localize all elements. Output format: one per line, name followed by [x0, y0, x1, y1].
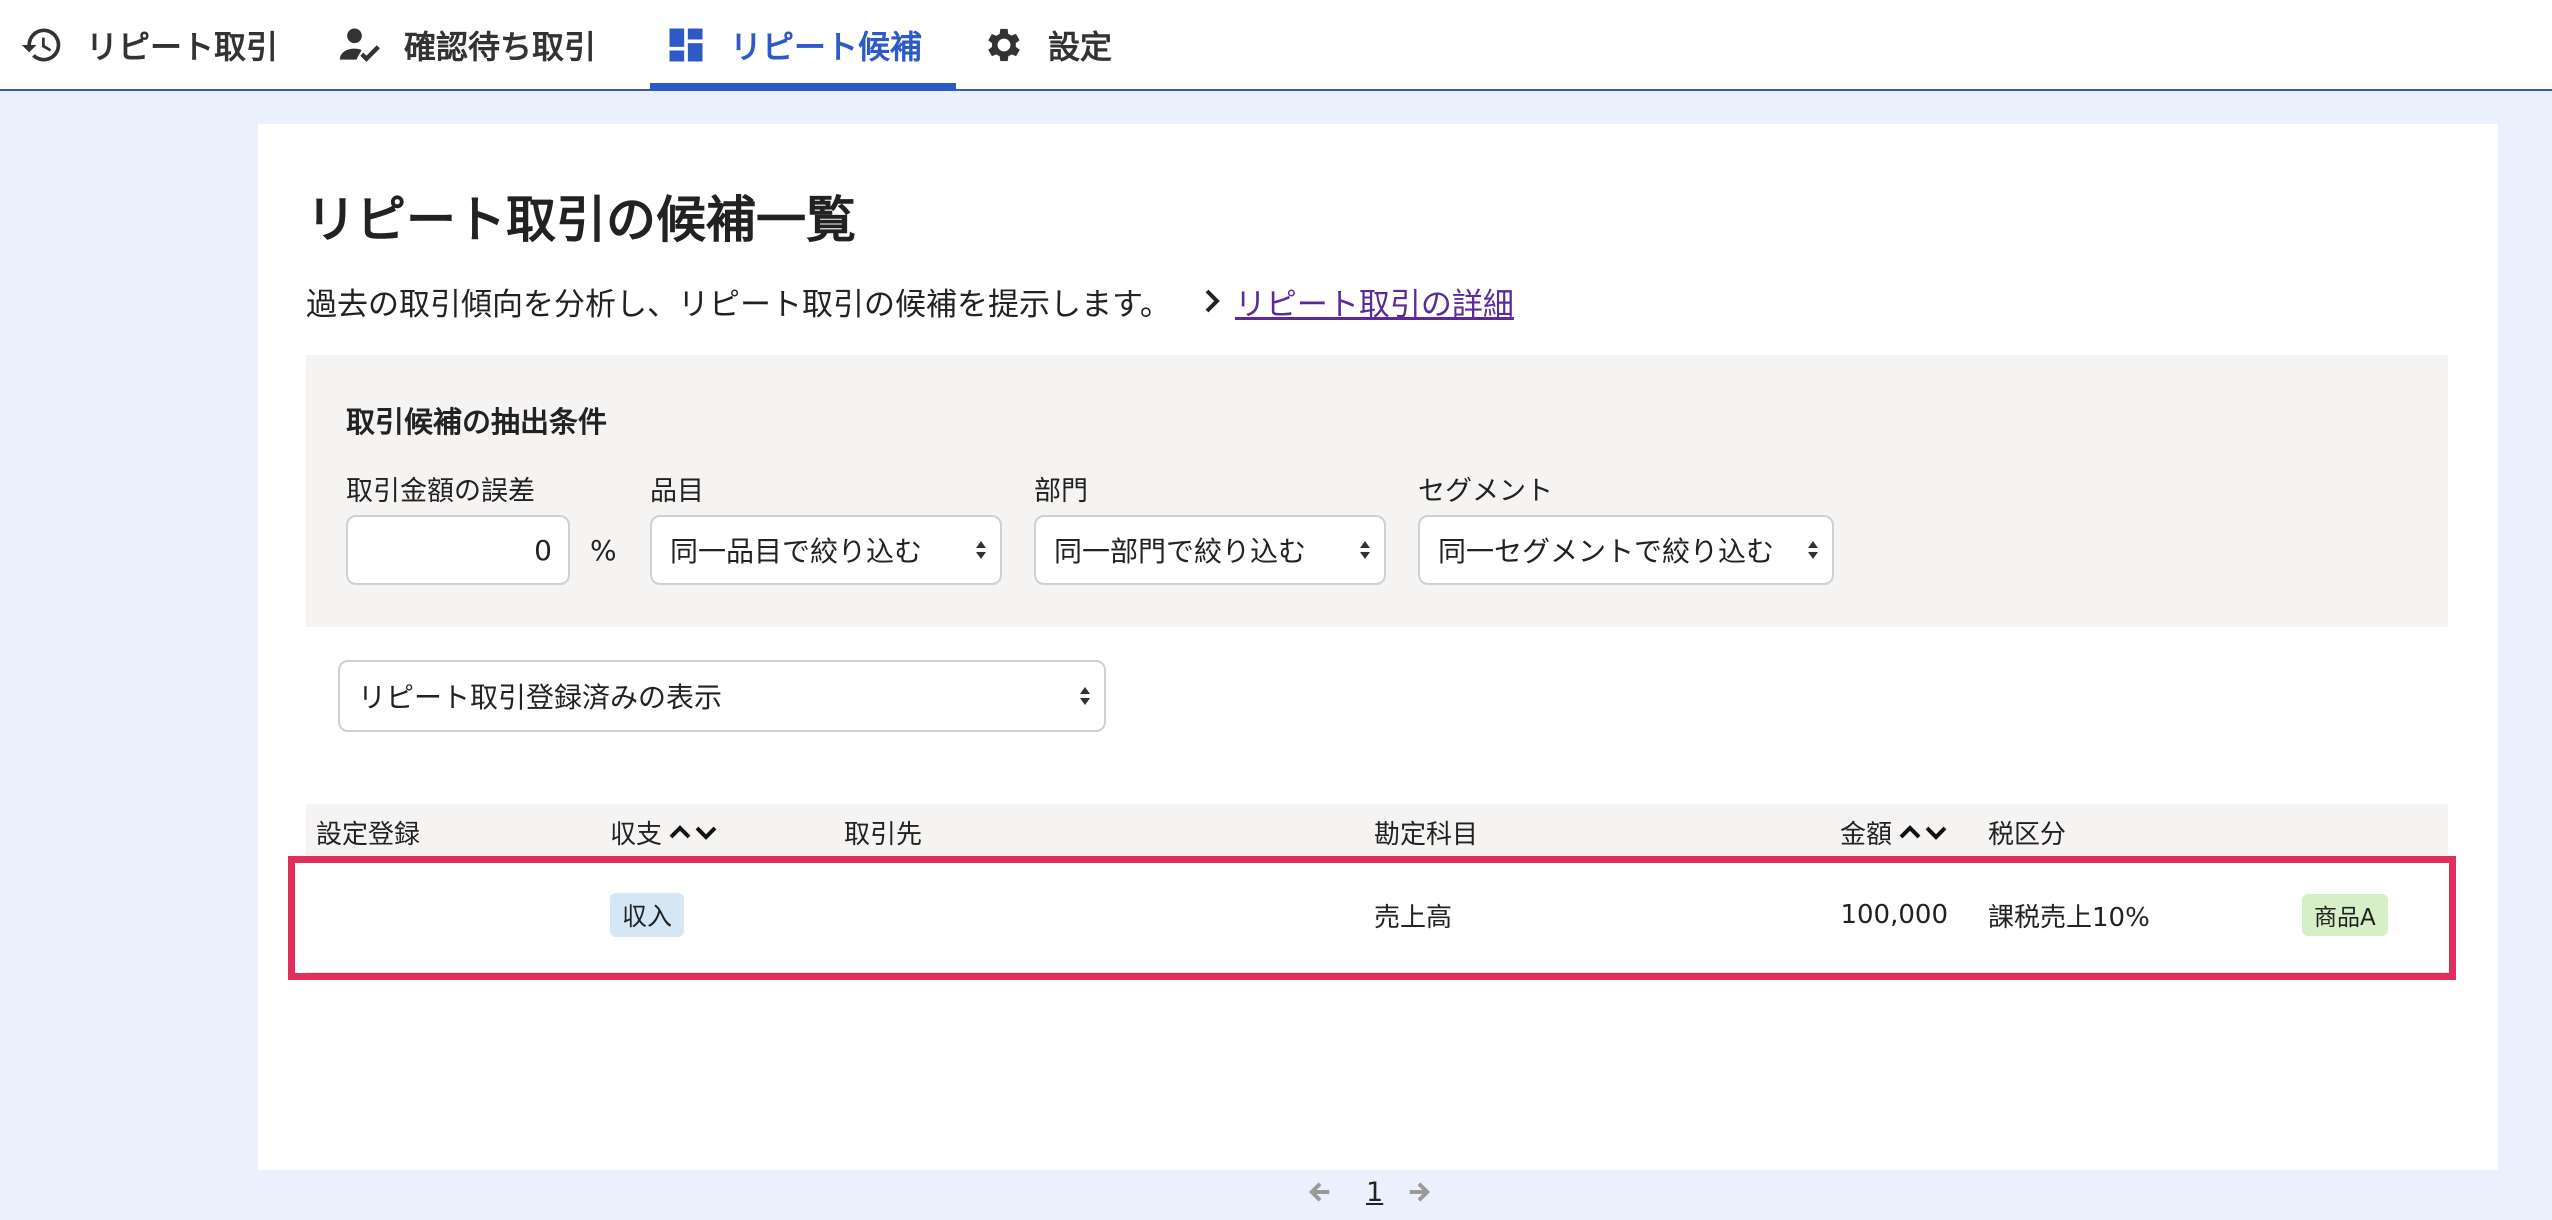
- table-header: 設定登録 収支 取引先 勘定科目 金額 税区分: [306, 804, 2448, 860]
- description-text: 過去の取引傾向を分析し、リピート取引の候補を提示します。: [306, 286, 1171, 323]
- tab-settings[interactable]: 設定: [982, 0, 1112, 89]
- filter-heading: 取引候補の抽出条件: [346, 405, 608, 439]
- tab-pending-transactions[interactable]: 確認待ち取引: [338, 0, 596, 89]
- filter-conditions: 取引候補の抽出条件 取引金額の誤差 0 % 品目 同一品目で絞り込む 部門 同一…: [306, 355, 2448, 627]
- table-row[interactable]: 収入 売上高 100,000 課税売上10% 商品A: [306, 860, 2448, 974]
- item-tag-badge: 商品A: [2302, 894, 2388, 936]
- cell-tax: 課税売上10%: [1988, 902, 2150, 933]
- header-account: 勘定科目: [1374, 804, 1478, 860]
- select-arrows-icon: [1080, 687, 1090, 705]
- arrow-right-icon[interactable]: [1405, 1178, 1433, 1206]
- header-tax-label: 税区分: [1988, 819, 2067, 850]
- header-setting-label: 設定登録: [316, 819, 421, 850]
- gear-icon: [988, 28, 1020, 61]
- income-badge: 収入: [610, 893, 685, 937]
- segment-label: セグメント: [1418, 476, 1553, 507]
- registered-display-select[interactable]: リピート取引登録済みの表示: [338, 660, 1106, 732]
- registered-display-value: リピート取引登録済みの表示: [358, 681, 723, 714]
- header-account-label: 勘定科目: [1374, 819, 1479, 850]
- header-amount: 金額: [1840, 804, 1950, 860]
- header-partner-label: 取引先: [844, 819, 923, 850]
- sort-icon[interactable]: [668, 820, 720, 844]
- amount-error-input[interactable]: 0: [346, 515, 570, 585]
- dashboard-icon: [669, 28, 703, 61]
- history-icon: [21, 28, 61, 61]
- chevron-right-icon: [1205, 289, 1220, 313]
- segment-select-value: 同一セグメントで絞り込む: [1438, 535, 1775, 568]
- select-arrows-icon: [976, 541, 986, 559]
- tab-label: リピート取引: [86, 27, 279, 66]
- segment-select[interactable]: 同一セグメントで絞り込む: [1418, 515, 1834, 585]
- header-partner: 取引先: [844, 804, 922, 860]
- sort-icon[interactable]: [1898, 820, 1950, 844]
- select-arrows-icon: [1808, 541, 1818, 559]
- item-select[interactable]: 同一品目で絞り込む: [650, 515, 1002, 585]
- cell-amount: 100,000: [1840, 900, 1948, 930]
- cell-account: 売上高: [1374, 902, 1453, 933]
- pagination: 1: [1306, 1172, 1433, 1212]
- main-panel: リピート取引の候補一覧 過去の取引傾向を分析し、リピート取引の候補を提示します。…: [258, 124, 2498, 1208]
- header-type: 収支: [610, 804, 720, 860]
- department-label: 部門: [1034, 476, 1088, 507]
- detail-link[interactable]: リピート取引の詳細: [1235, 279, 1514, 324]
- percent-unit: %: [590, 533, 617, 567]
- cell-type: 収入: [610, 860, 685, 970]
- amount-error-value: 0: [534, 533, 552, 567]
- department-select[interactable]: 同一部門で絞り込む: [1034, 515, 1386, 585]
- user-check-icon: [339, 28, 380, 62]
- tab-repeat-transactions[interactable]: リピート取引: [20, 0, 278, 89]
- top-navigation: リピート取引 確認待ち取引 リピート候補 設定: [0, 0, 2552, 91]
- cell-tag: 商品A: [2302, 860, 2388, 970]
- select-arrows-icon: [1360, 541, 1370, 559]
- tab-label: 設定: [1048, 27, 1113, 66]
- item-select-value: 同一品目で絞り込む: [670, 535, 923, 568]
- header-amount-label: 金額: [1840, 819, 1893, 850]
- tab-label: 確認待ち取引: [404, 27, 597, 66]
- tab-label: リピート候補: [730, 27, 923, 66]
- item-label: 品目: [650, 476, 704, 507]
- header-tax: 税区分: [1988, 804, 2066, 860]
- department-select-value: 同一部門で絞り込む: [1054, 535, 1307, 568]
- header-type-label: 収支: [610, 819, 663, 850]
- tab-repeat-candidates[interactable]: リピート候補: [649, 0, 957, 91]
- page-title: リピート取引の候補一覧: [306, 191, 856, 249]
- arrow-left-icon[interactable]: [1306, 1178, 1334, 1206]
- amount-error-label: 取引金額の誤差: [346, 476, 535, 507]
- page-description: 過去の取引傾向を分析し、リピート取引の候補を提示します。 リピート取引の詳細: [306, 276, 1514, 326]
- header-setting: 設定登録: [316, 804, 420, 860]
- page-number[interactable]: 1: [1366, 1177, 1383, 1208]
